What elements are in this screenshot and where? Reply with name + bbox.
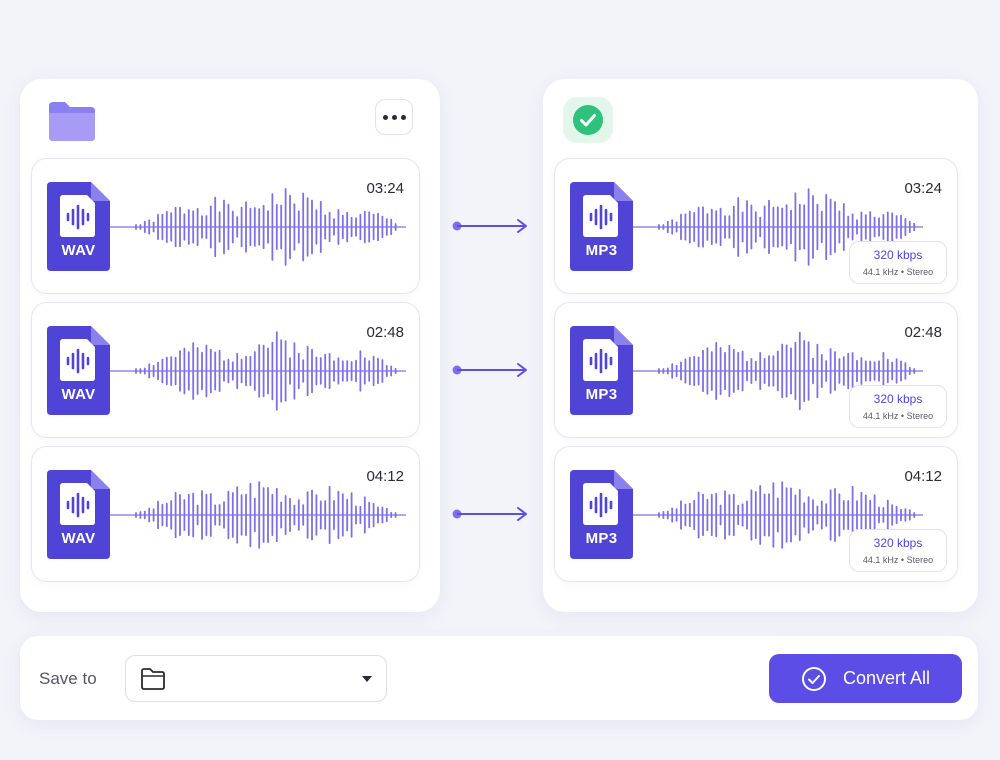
- conversion-status-badge: [563, 97, 613, 143]
- save-location-dropdown[interactable]: [125, 655, 387, 702]
- mp3-file-icon: MP3: [570, 326, 635, 415]
- wav-file-icon: WAV: [47, 326, 112, 415]
- file-extension-label: WAV: [61, 530, 96, 547]
- folder-icon[interactable]: [47, 100, 97, 142]
- wav-file-icon: WAV: [47, 470, 112, 559]
- bitrate-label: 320 kbps: [873, 392, 923, 406]
- arrow-right-icon: [452, 363, 527, 377]
- file-duration: 03:24: [366, 180, 404, 197]
- mp3-file-icon: MP3: [570, 182, 635, 271]
- output-quality-info: 320 kbps 44.1 kHz • Stereo: [849, 385, 947, 428]
- bitrate-label: 320 kbps: [873, 536, 923, 550]
- output-quality-info: 320 kbps 44.1 kHz • Stereo: [849, 241, 947, 284]
- output-quality-info: 320 kbps 44.1 kHz • Stereo: [849, 529, 947, 572]
- save-to-label: Save to: [39, 669, 97, 688]
- more-horizontal-icon: [382, 114, 388, 120]
- file-extension-label: MP3: [585, 530, 618, 547]
- source-file-card[interactable]: WAV 03:24: [31, 158, 420, 294]
- source-file-card[interactable]: WAV 02:48: [31, 302, 420, 438]
- convert-all-label: Convert All: [842, 668, 931, 688]
- output-file-card[interactable]: MP3 03:24 320 kbps 44.1 kHz • Stereo: [554, 158, 958, 294]
- waveform: [110, 481, 406, 549]
- file-duration: 02:48: [366, 324, 404, 341]
- dot: [391, 114, 397, 120]
- waveform: [110, 331, 406, 411]
- file-extension-label: MP3: [585, 242, 618, 259]
- bottom-action-bar: Save to Convert All: [20, 636, 978, 720]
- source-files-panel: WAV 03:24 WAV 02:48 WAV 04:12: [20, 79, 440, 612]
- file-extension-label: WAV: [61, 386, 96, 403]
- file-duration: 03:24: [904, 180, 942, 197]
- output-files-panel: MP3 03:24 320 kbps 44.1 kHz • Stereo MP3: [543, 79, 978, 612]
- output-file-card[interactable]: MP3 02:48 320 kbps 44.1 kHz • Stereo: [554, 302, 958, 438]
- chevron-down-icon: [362, 676, 372, 682]
- convert-all-button[interactable]: Convert All: [769, 654, 962, 703]
- folder-outline-icon: [141, 668, 165, 690]
- file-duration: 02:48: [904, 324, 942, 341]
- waveform: [110, 188, 406, 266]
- wav-file-icon: WAV: [47, 182, 112, 271]
- bitrate-label: 320 kbps: [873, 248, 923, 262]
- arrow-right-icon: [452, 507, 527, 521]
- file-extension-label: MP3: [585, 386, 618, 403]
- mp3-file-icon: MP3: [570, 470, 635, 559]
- more-options-button[interactable]: [375, 99, 413, 135]
- source-file-card[interactable]: WAV 04:12: [31, 446, 420, 582]
- sample-rate-channels-label: 44.1 kHz • Stereo: [862, 267, 934, 277]
- output-file-card[interactable]: MP3 04:12 320 kbps 44.1 kHz • Stereo: [554, 446, 958, 582]
- sample-rate-channels-label: 44.1 kHz • Stereo: [862, 555, 934, 565]
- file-duration: 04:12: [366, 468, 404, 485]
- check-circle-icon: [573, 105, 603, 135]
- file-duration: 04:12: [904, 468, 942, 485]
- check-circle-outline-icon: [801, 666, 826, 691]
- arrow-right-icon: [452, 219, 527, 233]
- dot: [400, 114, 406, 120]
- sample-rate-channels-label: 44.1 kHz • Stereo: [862, 411, 934, 421]
- file-extension-label: WAV: [61, 242, 96, 259]
